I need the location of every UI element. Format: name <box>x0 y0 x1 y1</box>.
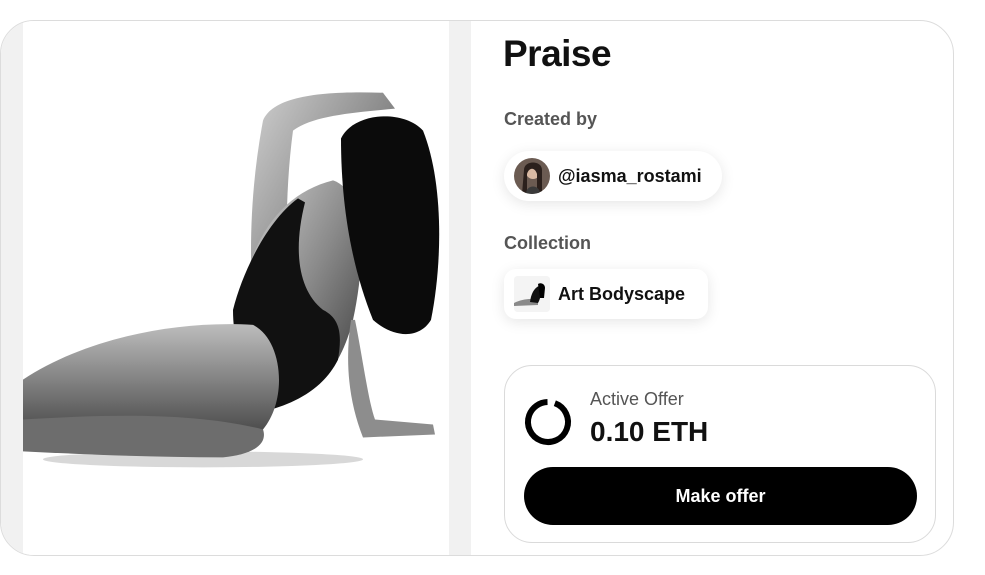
collection-thumbnail-icon <box>514 276 550 312</box>
active-offer-box: Active Offer 0.10 ETH Make offer <box>504 365 936 543</box>
offer-amount: 0.10 ETH <box>590 416 709 447</box>
nft-title: Praise <box>503 33 612 74</box>
creator-avatar-icon <box>514 158 550 194</box>
active-offer-label: Active Offer <box>590 389 684 409</box>
collection-label: Collection <box>504 233 592 253</box>
creator-handle: @iasma_rostami <box>558 165 702 186</box>
artwork-panel <box>1 21 471 555</box>
creator-chip[interactable]: @iasma_rostami <box>504 151 722 201</box>
make-offer-button[interactable]: Make offer <box>524 467 917 525</box>
ring-icon <box>525 399 571 445</box>
created-by-label: Created by <box>504 109 598 129</box>
collection-chip[interactable]: Art Bodyscape <box>504 269 708 319</box>
artwork-image <box>23 92 440 468</box>
artwork-frame[interactable] <box>23 21 449 555</box>
nft-card: Praise Created by @iasma_rostami Collect… <box>0 20 954 556</box>
collection-name: Art Bodyscape <box>558 283 686 304</box>
